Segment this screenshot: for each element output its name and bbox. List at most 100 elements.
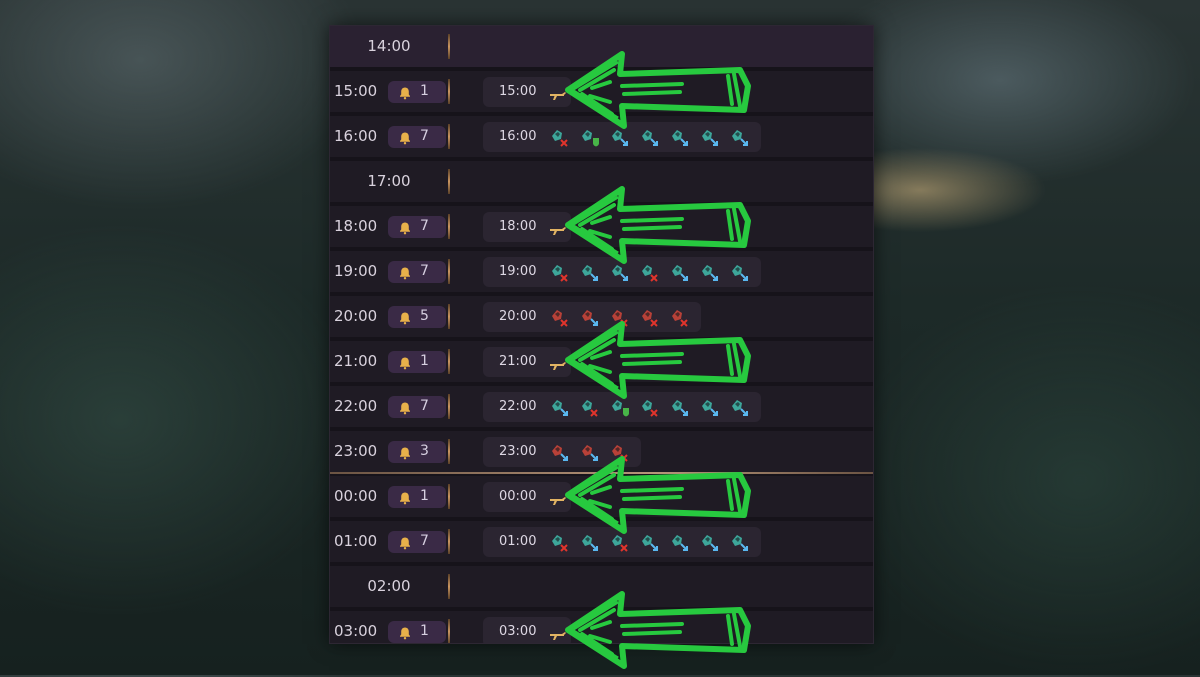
bell-count: 1: [420, 353, 429, 369]
teal-arrow-icon[interactable]: [579, 262, 599, 282]
bell-badge[interactable]: 7: [388, 126, 446, 148]
teal-arrow-icon[interactable]: [579, 532, 599, 552]
bell-badge[interactable]: 7: [388, 396, 446, 418]
schedule-row: 20:00 5 20:00: [330, 296, 873, 337]
bell-icon: [398, 535, 412, 550]
schedule-row: 00:00 1 00:00: [330, 476, 873, 517]
bell-badge[interactable]: 7: [388, 261, 446, 283]
teal-arrow-icon[interactable]: [699, 262, 719, 282]
teal-x-icon[interactable]: [549, 262, 569, 282]
teal-shield-icon[interactable]: [579, 127, 599, 147]
time-cell: 17:00: [330, 161, 448, 202]
teal-arrow-icon[interactable]: [549, 397, 569, 417]
event-card[interactable]: 20:00: [483, 302, 701, 332]
card-time: 23:00: [499, 444, 537, 459]
bell-icon: [398, 220, 412, 235]
schedule-row: 18:00 7 18:00: [330, 206, 873, 247]
time-cell: 16:00 7: [330, 116, 448, 157]
column-separator: [448, 484, 450, 509]
red-x-icon[interactable]: [609, 442, 629, 462]
bell-badge[interactable]: 5: [388, 306, 446, 328]
teal-arrow-icon[interactable]: [669, 127, 689, 147]
teal-x-icon[interactable]: [549, 127, 569, 147]
red-x-icon[interactable]: [609, 307, 629, 327]
teal-arrow-icon[interactable]: [699, 397, 719, 417]
time-cell: 15:00 1: [330, 71, 448, 112]
event-card[interactable]: 03:00: [483, 617, 571, 643]
teal-x-icon[interactable]: [549, 532, 569, 552]
teal-x-icon[interactable]: [579, 397, 599, 417]
time-label: 15:00: [334, 82, 378, 100]
event-card[interactable]: 01:00: [483, 527, 761, 557]
time-label: 21:00: [334, 352, 378, 370]
red-x-icon[interactable]: [669, 307, 689, 327]
teal-arrow-icon[interactable]: [699, 127, 719, 147]
teal-arrow-icon[interactable]: [669, 532, 689, 552]
bell-badge[interactable]: 7: [388, 216, 446, 238]
schedule-row: 17:00: [330, 161, 873, 202]
time-label: 01:00: [334, 532, 378, 550]
bell-badge[interactable]: 1: [388, 351, 446, 373]
teal-arrow-icon[interactable]: [729, 262, 749, 282]
teal-arrow-icon[interactable]: [609, 127, 629, 147]
event-card[interactable]: 21:00: [483, 347, 571, 377]
card-time: 01:00: [499, 534, 537, 549]
event-card[interactable]: 18:00: [483, 212, 571, 242]
teal-arrow-icon[interactable]: [609, 262, 629, 282]
teal-shield-icon[interactable]: [609, 397, 629, 417]
bell-badge[interactable]: 1: [388, 81, 446, 103]
time-cell: 18:00 7: [330, 206, 448, 247]
bell-badge[interactable]: 3: [388, 441, 446, 463]
time-cell: 22:00 7: [330, 386, 448, 427]
bell-count: 7: [420, 218, 429, 234]
column-separator: [448, 214, 450, 239]
teal-arrow-icon[interactable]: [699, 532, 719, 552]
red-x-icon[interactable]: [549, 307, 569, 327]
event-card[interactable]: 15:00: [483, 77, 571, 107]
event-card[interactable]: 22:00: [483, 392, 761, 422]
bell-count: 7: [420, 533, 429, 549]
time-label: 03:00: [334, 622, 378, 640]
teal-arrow-icon[interactable]: [669, 397, 689, 417]
bell-icon: [398, 445, 412, 460]
time-cell: 20:00 5: [330, 296, 448, 337]
bell-icon: [398, 265, 412, 280]
time-label: 00:00: [334, 487, 378, 505]
teal-x-icon[interactable]: [639, 262, 659, 282]
red-x-icon[interactable]: [639, 307, 659, 327]
event-card[interactable]: 19:00: [483, 257, 761, 287]
teal-arrow-icon[interactable]: [729, 532, 749, 552]
time-label: 16:00: [334, 127, 378, 145]
teal-arrow-icon[interactable]: [639, 532, 659, 552]
time-label: 18:00: [334, 217, 378, 235]
bell-icon: [398, 400, 412, 415]
teal-arrow-icon[interactable]: [669, 262, 689, 282]
event-card[interactable]: 23:00: [483, 437, 641, 467]
bell-icon: [398, 310, 412, 325]
bell-count: 3: [420, 443, 429, 459]
card-time: 22:00: [499, 399, 537, 414]
teal-x-icon[interactable]: [639, 397, 659, 417]
bell-badge[interactable]: 1: [388, 621, 446, 643]
card-time: 03:00: [499, 624, 537, 639]
event-card[interactable]: 00:00: [483, 482, 571, 512]
bell-icon: [398, 490, 412, 505]
teal-arrow-icon[interactable]: [729, 127, 749, 147]
column-separator: [448, 349, 450, 374]
bell-count: 1: [420, 83, 429, 99]
teal-arrow-icon[interactable]: [639, 127, 659, 147]
red-arrow-icon[interactable]: [579, 307, 599, 327]
teal-x-icon[interactable]: [609, 532, 629, 552]
teal-arrow-icon[interactable]: [729, 397, 749, 417]
schedule-row: 03:00 1 03:00: [330, 611, 873, 643]
bell-badge[interactable]: 7: [388, 531, 446, 553]
event-card[interactable]: 16:00: [483, 122, 761, 152]
column-separator: [448, 574, 450, 599]
schedule-row: 19:00 7 19:00: [330, 251, 873, 292]
schedule-row: 22:00 7 22:00: [330, 386, 873, 427]
red-arrow-icon[interactable]: [579, 442, 599, 462]
column-separator: [448, 259, 450, 284]
bell-badge[interactable]: 1: [388, 486, 446, 508]
column-separator: [448, 169, 450, 194]
red-arrow-icon[interactable]: [549, 442, 569, 462]
